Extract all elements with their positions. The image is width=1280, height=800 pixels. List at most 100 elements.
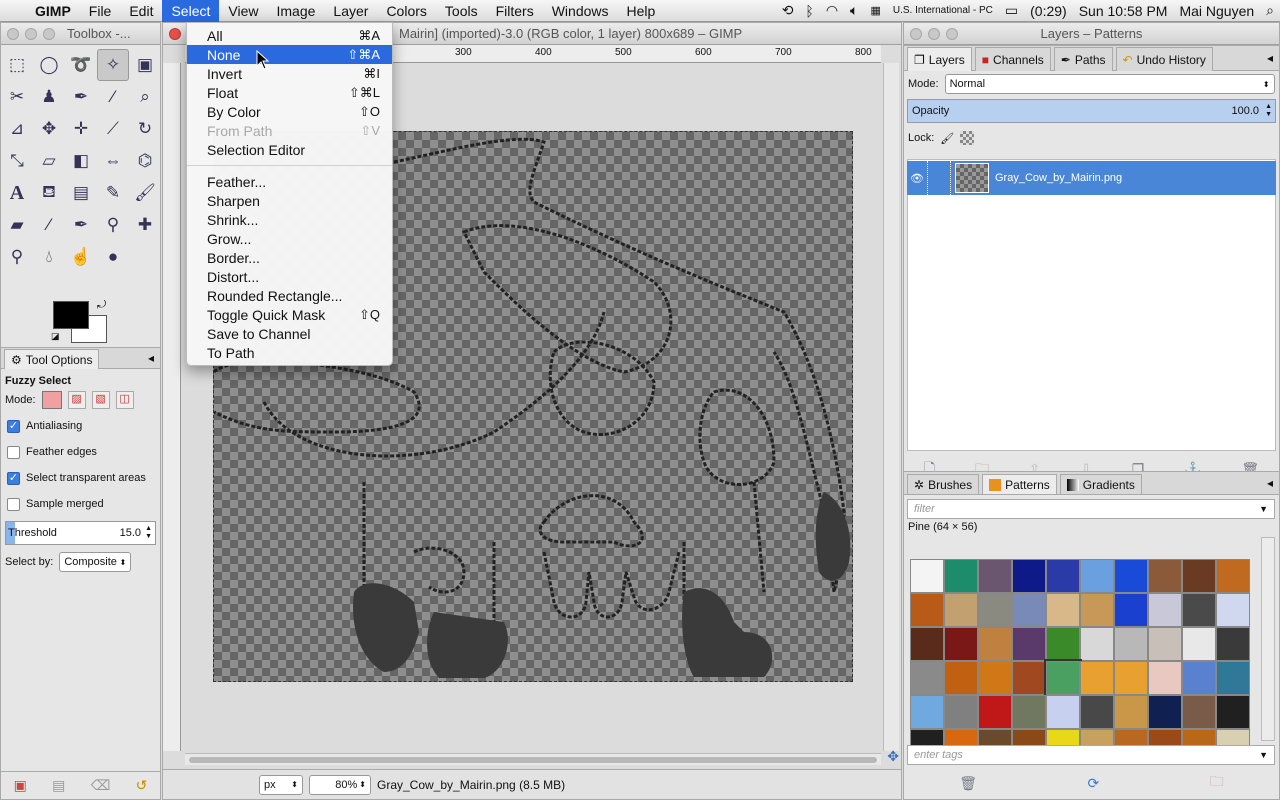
feather-edges-option[interactable]: Feather edges — [1, 439, 160, 465]
pattern-swatch[interactable] — [1114, 661, 1148, 695]
select-menu-item-none[interactable]: None ⇧⌘A — [187, 45, 392, 64]
menu-filters[interactable]: Filters — [487, 0, 543, 22]
tab-undo-history[interactable]: ↶ Undo History — [1115, 47, 1213, 71]
menu-tools[interactable]: Tools — [436, 0, 487, 22]
pattern-swatch[interactable] — [1046, 627, 1080, 661]
patterns-scrollbar[interactable] — [1261, 537, 1275, 741]
pattern-swatch[interactable] — [1216, 661, 1250, 695]
wifi-icon[interactable]: ◠ — [820, 2, 844, 19]
antialiasing-option[interactable]: ✓ Antialiasing — [1, 413, 160, 439]
pattern-swatch[interactable] — [944, 593, 978, 627]
pattern-filter-input[interactable]: filter ▼ — [907, 499, 1275, 519]
select-menu-item-shrink[interactable]: Shrink... — [187, 210, 392, 229]
perspective-clone-icon[interactable]: ⚲ — [1, 241, 33, 273]
lock-alpha-icon[interactable] — [960, 131, 975, 145]
default-colors-icon[interactable]: ◪ — [51, 331, 60, 342]
pattern-swatch[interactable] — [1012, 559, 1046, 593]
tab-tool-options[interactable]: ⚙ Tool Options — [4, 349, 100, 369]
scissors-select-icon[interactable]: ✂ — [1, 81, 33, 113]
horizontal-scrollbar[interactable] — [185, 753, 881, 765]
pattern-swatch[interactable] — [978, 661, 1012, 695]
pattern-swatch[interactable] — [1046, 593, 1080, 627]
heal-icon[interactable]: ✚ — [129, 209, 161, 241]
blend-icon[interactable]: ▤ — [65, 177, 97, 209]
sample-merged-checkbox[interactable] — [7, 497, 20, 511]
menu-file[interactable]: File — [80, 0, 121, 22]
layer-row[interactable]: 👁︎ Gray_Cow_by_Mairin.png — [907, 161, 1276, 195]
save-tool-preset-icon[interactable]: ▣ — [14, 777, 27, 794]
opacity-slider[interactable]: Opacity 100.0 ▲ ▼ — [907, 99, 1276, 123]
battery-time[interactable]: (0:29) — [1024, 3, 1073, 19]
color-select-icon[interactable]: ▣ — [129, 49, 161, 81]
restore-tool-preset-icon[interactable]: ▤ — [52, 777, 65, 794]
rect-select-icon[interactable]: ⬚ — [1, 49, 33, 81]
volume-icon[interactable]: 🔈︎ — [844, 2, 864, 19]
scale-icon[interactable]: ⤡ — [1, 145, 33, 177]
select-transparent-option[interactable]: ✓ Select transparent areas — [1, 465, 160, 491]
foreground-color-front[interactable] — [53, 301, 89, 329]
opacity-stepper-icon[interactable]: ▲ ▼ — [1265, 103, 1272, 119]
select-menu-item-rounded-rectangle[interactable]: Rounded Rectangle... — [187, 286, 392, 305]
zoom-button[interactable] — [43, 27, 55, 40]
pattern-swatch[interactable] — [1148, 661, 1182, 695]
select-menu-item-all[interactable]: All ⌘A — [187, 26, 392, 45]
free-select-icon[interactable]: ➰ — [65, 49, 97, 81]
paths-icon[interactable]: ✒ — [65, 81, 97, 113]
shear-icon[interactable]: ▱ — [33, 145, 65, 177]
tab-brushes[interactable]: ✲ Brushes — [907, 474, 980, 494]
app-menu[interactable]: GIMP — [26, 0, 80, 22]
pattern-swatch[interactable] — [1182, 593, 1216, 627]
pattern-swatch[interactable] — [1080, 695, 1114, 729]
pattern-swatch[interactable] — [1114, 627, 1148, 661]
select-menu-item-by-color[interactable]: By Color ⇧O — [187, 102, 392, 121]
pattern-swatch[interactable] — [1080, 559, 1114, 593]
ink-icon[interactable]: ✒ — [65, 209, 97, 241]
pattern-swatch[interactable] — [910, 695, 944, 729]
pattern-swatch[interactable] — [1182, 559, 1216, 593]
move-icon[interactable]: ✥ — [33, 113, 65, 145]
image-close-button[interactable] — [169, 27, 181, 40]
navigate-icon[interactable]: ✥ — [887, 748, 899, 765]
smudge-icon[interactable]: ☝ — [65, 241, 97, 273]
dock-minimize-button[interactable] — [928, 27, 940, 40]
dodge-burn-icon[interactable]: ● — [97, 241, 129, 273]
menu-edit[interactable]: Edit — [120, 0, 162, 22]
pattern-swatch[interactable] — [910, 627, 944, 661]
swap-colors-icon[interactable]: ⤾ — [97, 299, 106, 312]
foreground-select-icon[interactable]: ♟ — [33, 81, 65, 113]
eraser-icon[interactable]: ▰ — [1, 209, 33, 241]
pattern-swatch[interactable] — [1148, 695, 1182, 729]
pattern-tags-input[interactable]: enter tags ▼ — [907, 745, 1275, 765]
close-button[interactable] — [7, 27, 19, 40]
pattern-swatch[interactable] — [1148, 627, 1182, 661]
antialiasing-checkbox[interactable]: ✓ — [7, 419, 20, 433]
threshold-stepper-icon[interactable]: ▲ ▼ — [145, 525, 152, 541]
panel-menu-icon[interactable]: ◂ — [1267, 51, 1273, 65]
bucket-fill-icon[interactable]: ⛾ — [33, 177, 65, 209]
panel-menu-icon[interactable]: ◂ — [1267, 476, 1273, 490]
select-menu-item-sharpen[interactable]: Sharpen — [187, 191, 392, 210]
mode-subtract-icon[interactable]: ▧ — [91, 391, 110, 409]
dock-close-button[interactable] — [910, 27, 922, 40]
user-name[interactable]: Mai Nguyen — [1173, 3, 1260, 19]
pattern-swatch[interactable] — [1114, 695, 1148, 729]
crop-icon[interactable]: ⟋ — [97, 113, 129, 145]
mode-add-icon[interactable]: ▨ — [67, 391, 86, 409]
align-icon[interactable]: ✛ — [65, 113, 97, 145]
pattern-swatch[interactable] — [944, 559, 978, 593]
color-picker-icon[interactable]: ⁄ — [97, 81, 129, 113]
pattern-swatch[interactable] — [1182, 695, 1216, 729]
pattern-swatch[interactable] — [1114, 593, 1148, 627]
unit-dropdown[interactable]: px ⬍ — [259, 774, 303, 795]
dropdown-arrow-icon[interactable]: ▼ — [1259, 504, 1268, 514]
blur-icon[interactable]: 💧︎ — [33, 241, 65, 273]
threshold-slider[interactable]: Threshold 15.0 ▲ ▼ — [5, 521, 156, 545]
flip-icon[interactable]: ⇔ — [97, 145, 129, 177]
select-menu-item-grow[interactable]: Grow... — [187, 229, 392, 248]
measure-icon[interactable]: ⊿ — [1, 113, 33, 145]
select-menu-item-distort[interactable]: Distort... — [187, 267, 392, 286]
select-menu-item-float[interactable]: Float ⇧⌘L — [187, 83, 392, 102]
tab-layers[interactable]: ❐ Layers — [907, 47, 972, 71]
input-source[interactable]: U.S. International - PC — [887, 5, 999, 16]
spotlight-search-icon[interactable]: ⌕ — [1260, 2, 1280, 19]
